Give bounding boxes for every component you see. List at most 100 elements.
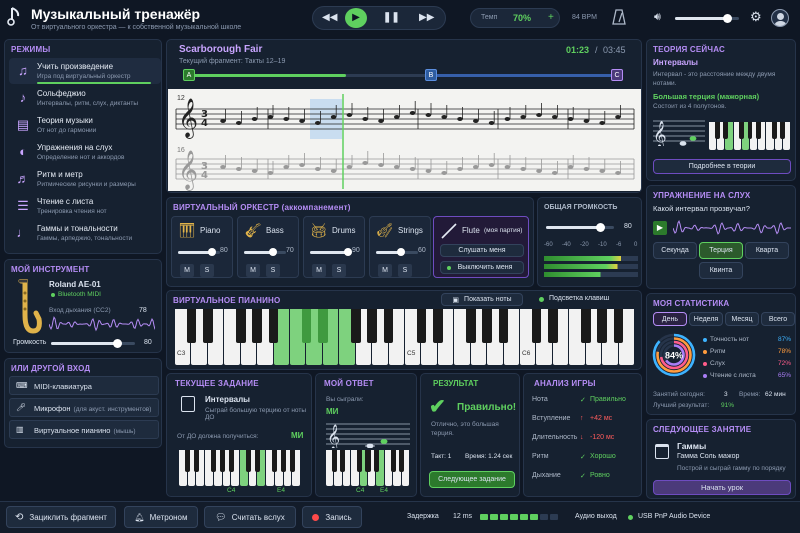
black-key[interactable]: [714, 122, 720, 139]
listen-me-button[interactable]: Слушать меня: [440, 244, 524, 257]
black-key[interactable]: [289, 450, 295, 472]
black-key[interactable]: [228, 450, 234, 472]
mode-item[interactable]: ▤ Теория музыки От нот до гармонии: [9, 112, 161, 138]
black-key[interactable]: [252, 309, 263, 343]
black-key[interactable]: [193, 450, 200, 472]
input-option[interactable]: ▥ Виртуальное пианино (мышь): [9, 420, 159, 439]
black-key[interactable]: [357, 450, 363, 472]
black-key[interactable]: [482, 309, 493, 343]
ear-option[interactable]: Квинта: [699, 262, 743, 279]
black-key[interactable]: [317, 309, 328, 343]
show-notes-button[interactable]: ▣ Показать ноты: [441, 293, 523, 306]
settings-gear-icon[interactable]: ⚙: [750, 9, 762, 25]
black-key[interactable]: [547, 309, 558, 343]
black-key[interactable]: [373, 450, 379, 472]
black-key[interactable]: [597, 309, 608, 343]
instrument-volume-slider[interactable]: [376, 248, 418, 256]
black-key[interactable]: [390, 450, 396, 472]
forward-button[interactable]: ▶▶: [419, 12, 434, 23]
solo-button[interactable]: S: [332, 264, 346, 277]
input-option[interactable]: 🎤︎ Микрофон (для акуст. инструментов): [9, 398, 159, 417]
solo-button[interactable]: S: [398, 264, 412, 277]
black-key[interactable]: [432, 309, 443, 343]
black-key[interactable]: [416, 309, 427, 343]
volume-icon[interactable]: 🔊︎: [654, 11, 661, 24]
loop-button[interactable]: ⟲ Зациклить фрагмент: [6, 506, 116, 528]
section-marker[interactable]: B: [425, 69, 437, 81]
ear-play-button[interactable]: ▶: [653, 221, 667, 235]
instrument-volume-slider[interactable]: [178, 248, 220, 256]
stats-tab[interactable]: Месяц: [725, 312, 759, 326]
instrument-volume-slider[interactable]: [51, 339, 135, 348]
start-lesson-button[interactable]: Начать урок: [653, 480, 791, 495]
black-key[interactable]: [465, 309, 476, 343]
black-key[interactable]: [772, 122, 778, 139]
black-key[interactable]: [739, 122, 745, 139]
piano-keyboard[interactable]: C3 C5 C6: [175, 309, 635, 365]
black-key[interactable]: [331, 450, 337, 472]
mute-button[interactable]: M: [312, 264, 326, 277]
sheet-music[interactable]: 12 16 𝄞 𝄞 3 4 3 4: [168, 89, 641, 191]
black-key[interactable]: [350, 309, 361, 343]
tempo-plus-button[interactable]: +: [548, 12, 554, 23]
mute-button[interactable]: M: [378, 264, 392, 277]
instrument-card[interactable]: 🎸︎ Bass 70 M S: [237, 216, 299, 278]
black-key[interactable]: [246, 450, 252, 472]
more-theory-button[interactable]: Подробнее в теории: [653, 159, 791, 174]
input-option[interactable]: ⌨ MIDI-клавиатура: [9, 376, 159, 395]
rewind-button[interactable]: ◀◀: [322, 12, 337, 23]
solo-button[interactable]: S: [200, 264, 214, 277]
black-key[interactable]: [531, 309, 542, 343]
play-button[interactable]: ▶: [345, 8, 367, 28]
black-key[interactable]: [202, 309, 213, 343]
highlight-keys-toggle[interactable]: Подсветка клавиш: [549, 295, 609, 302]
ear-option[interactable]: Секунда: [653, 242, 697, 259]
black-key[interactable]: [722, 122, 728, 139]
black-key[interactable]: [219, 450, 226, 472]
pause-button[interactable]: ❚❚: [383, 12, 400, 23]
black-key[interactable]: [254, 450, 261, 472]
mode-item[interactable]: ☰ Чтение с листа Тренировка чтения нот: [9, 193, 161, 219]
mode-item[interactable]: ♫ Учить произведение Игра под виртуальный …: [9, 58, 161, 84]
stats-tab[interactable]: Всего: [761, 312, 795, 326]
black-key[interactable]: [268, 309, 279, 343]
score-timeline[interactable]: [187, 74, 617, 77]
mute-button[interactable]: M: [246, 264, 260, 277]
section-marker[interactable]: A: [183, 69, 195, 81]
black-key[interactable]: [272, 450, 278, 472]
black-key[interactable]: [301, 309, 312, 343]
instrument-card[interactable]: 🥁︎ Drums 90 M S: [303, 216, 365, 278]
mode-item[interactable]: ♬ Ритм и метр Ритмические рисунки и размер…: [9, 166, 161, 192]
black-key[interactable]: [185, 450, 191, 472]
ear-option[interactable]: Терция: [699, 242, 743, 259]
instrument-card[interactable]: 🎻︎ Strings 60 M S: [369, 216, 431, 278]
instrument-volume-slider[interactable]: [310, 248, 352, 256]
audio-device[interactable]: USB PnP Audio Device: [638, 513, 710, 520]
black-key[interactable]: [580, 309, 591, 343]
black-key[interactable]: [780, 122, 786, 139]
master-volume-fader[interactable]: [546, 223, 614, 232]
black-key[interactable]: [755, 122, 761, 139]
instrument-card[interactable]: 🎹︎ Piano 80 M S: [171, 216, 233, 278]
count-aloud-button[interactable]: 💬︎ Считать вслух: [204, 506, 296, 528]
black-key[interactable]: [186, 309, 197, 343]
ear-option[interactable]: Кварта: [745, 242, 789, 259]
black-key[interactable]: [235, 309, 246, 343]
stats-tab[interactable]: День: [653, 312, 687, 326]
mode-item[interactable]: ♪ Сольфеджио Интервалы, ритм, слух, диктан…: [9, 85, 161, 111]
black-key[interactable]: [383, 309, 394, 343]
section-marker[interactable]: C: [611, 69, 623, 81]
black-key[interactable]: [211, 450, 217, 472]
black-key[interactable]: [498, 309, 509, 343]
black-key[interactable]: [340, 450, 346, 472]
avatar[interactable]: [771, 9, 789, 27]
black-key[interactable]: [365, 450, 371, 472]
master-volume-slider[interactable]: [675, 14, 739, 23]
next-task-button[interactable]: Следующее задание: [429, 471, 515, 488]
mode-item[interactable]: ♩ Гаммы и тональности Гаммы, арпеджио, тон…: [9, 220, 161, 246]
black-key[interactable]: [747, 122, 753, 139]
stats-tab[interactable]: Неделя: [689, 312, 723, 326]
instrument-volume-slider[interactable]: [244, 248, 286, 256]
record-button[interactable]: Запись: [302, 506, 362, 528]
mute-me-button[interactable]: Выключить меня: [440, 261, 524, 274]
